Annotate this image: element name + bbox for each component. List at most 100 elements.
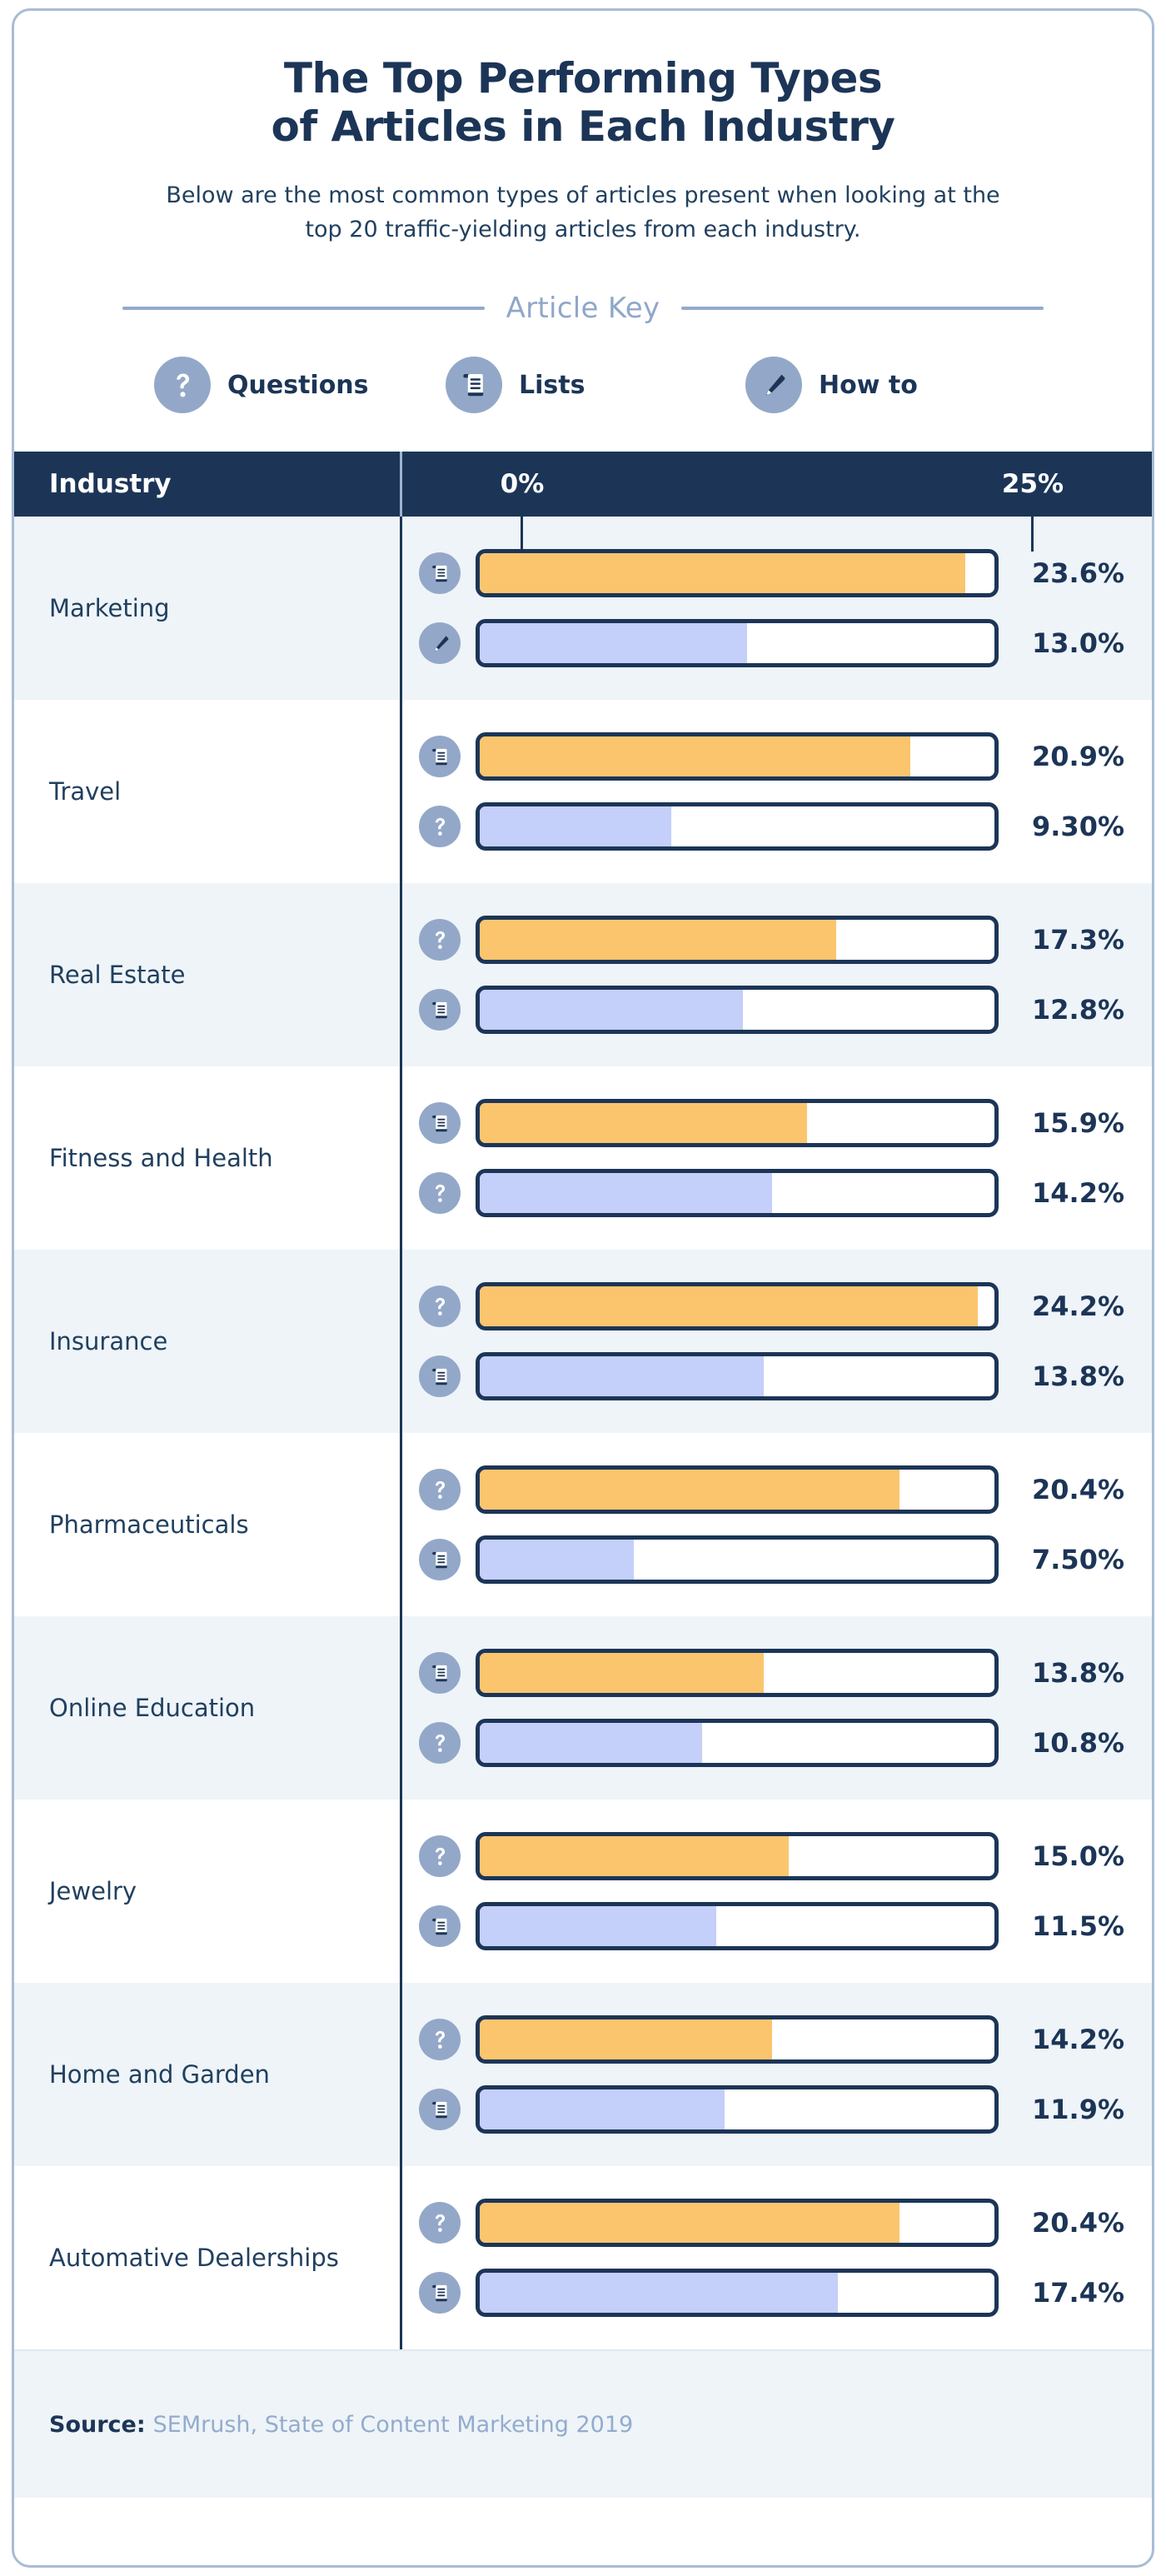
industry-label: Online Education [49, 1693, 256, 1722]
pencil-icon [419, 622, 461, 664]
bar-fill [480, 1103, 808, 1143]
industry-cell: Real Estate [14, 883, 400, 1066]
column-separator [400, 883, 402, 1066]
bar-track [476, 1169, 999, 1217]
subtitle-line-1: Below are the most common types of artic… [166, 182, 1000, 208]
bars-cell: 24.2% 13.8% [400, 1250, 1152, 1433]
industry-cell: Marketing [14, 517, 400, 700]
bar-line: 13.8% [400, 1352, 1152, 1400]
bar-line: 20.4% [400, 2199, 1152, 2247]
axis-tick-25: 25% [1001, 469, 1064, 499]
table-row: Pharmaceuticals 20.4% 7.50% [14, 1433, 1152, 1616]
bar-line: 20.4% [400, 1465, 1152, 1514]
industry-cell: Insurance [14, 1250, 400, 1433]
bar-value-label: 7.50% [1032, 1544, 1125, 1575]
industry-label: Marketing [49, 593, 170, 622]
divider-rule-left [122, 307, 485, 310]
list-document-icon [446, 357, 502, 413]
industry-label: Jewelry [49, 1876, 137, 1905]
table-row: Insurance 24.2% 13.8% [14, 1250, 1152, 1433]
bar-fill [480, 1540, 635, 1580]
source-footer: Source: SEMrush, State of Content Market… [14, 2349, 1152, 2498]
bar-value-label: 11.5% [1032, 1910, 1125, 1942]
axis-tick-guide-0 [521, 517, 523, 552]
bar-line: 14.2% [400, 2015, 1152, 2064]
bars-cell: 14.2% 11.9% [400, 1983, 1152, 2166]
bar-value-label: 13.8% [1032, 1657, 1125, 1689]
page-subtitle: Below are the most common types of artic… [89, 179, 1077, 247]
bar-value-label: 23.6% [1032, 557, 1125, 589]
question-mark-icon [419, 2019, 461, 2060]
divider-rule-right [681, 307, 1044, 310]
column-separator [400, 1983, 402, 2166]
bars-cell: 20.4% 7.50% [400, 1433, 1152, 1616]
bar-value-label: 10.8% [1032, 1727, 1125, 1759]
list-document-icon [419, 736, 461, 777]
list-document-icon [419, 1355, 461, 1397]
list-document-icon [419, 1652, 461, 1694]
article-key-title: Article Key [506, 292, 660, 325]
bar-line: 11.5% [400, 1902, 1152, 1950]
bar-track [476, 732, 999, 781]
bar-line: 20.9% [400, 732, 1152, 781]
industry-cell: Automative Dealerships [14, 2166, 400, 2349]
industry-label: Fitness and Health [49, 1143, 273, 1172]
column-separator [400, 1250, 402, 1433]
article-key-legend: Questions Lists How to [14, 357, 1152, 413]
bar-value-label: 9.30% [1032, 811, 1125, 842]
bar-fill [480, 1653, 765, 1693]
bar-track [476, 2199, 999, 2247]
bar-value-label: 15.9% [1032, 1107, 1125, 1139]
bar-line: 24.2% [400, 1282, 1152, 1330]
legend-label-lists: Lists [519, 370, 585, 400]
legend-label-howto: How to [819, 370, 918, 400]
list-document-icon [419, 1102, 461, 1144]
industry-label: Automative Dealerships [49, 2243, 339, 2272]
industry-cell: Jewelry [14, 1800, 400, 1983]
bar-line: 17.4% [400, 2269, 1152, 2317]
infographic-page: The Top Performing Types of Articles in … [0, 0, 1166, 2576]
bar-line: 15.9% [400, 1099, 1152, 1147]
list-document-icon [419, 1905, 461, 1947]
question-mark-icon [419, 1835, 461, 1877]
list-document-icon [419, 989, 461, 1031]
table-body: Marketing 23.6% 13.0% Travel 20.9% 9.30% Real … [14, 517, 1152, 2349]
table-row: Home and Garden 14.2% 11.9% [14, 1983, 1152, 2166]
list-document-icon [419, 2272, 461, 2314]
bar-fill [480, 2203, 900, 2243]
header-block: The Top Performing Types of Articles in … [14, 11, 1152, 247]
column-separator [400, 2166, 402, 2349]
bars-cell: 23.6% 13.0% [400, 517, 1152, 700]
page-title: The Top Performing Types of Articles in … [89, 54, 1077, 151]
bar-fill [480, 623, 748, 663]
bar-fill [480, 2273, 839, 2313]
bar-line: 14.2% [400, 1169, 1152, 1217]
bar-track [476, 2269, 999, 2317]
bar-fill [480, 920, 836, 960]
bar-track [476, 916, 999, 964]
industry-label: Travel [49, 776, 122, 806]
bars-cell: 17.3% 12.8% [400, 883, 1152, 1066]
bar-track [476, 2015, 999, 2064]
legend-label-questions: Questions [227, 370, 369, 400]
industry-cell: Online Education [14, 1616, 400, 1800]
legend-item-howto: How to [737, 357, 1045, 413]
bar-track [476, 2085, 999, 2134]
question-mark-icon [419, 919, 461, 961]
bar-track [476, 1099, 999, 1147]
bars-cell: 20.4% 17.4% [400, 2166, 1152, 2349]
bar-value-label: 12.8% [1032, 994, 1125, 1026]
title-line-1: The Top Performing Types [283, 54, 883, 102]
infographic-card: The Top Performing Types of Articles in … [12, 8, 1154, 2568]
bars-cell: 20.9% 9.30% [400, 700, 1152, 883]
bar-fill [480, 1356, 765, 1396]
question-mark-icon [419, 1469, 461, 1510]
industry-bar-table: Industry 0% 25% Marketing 23.6% 13.0% Trave… [14, 452, 1152, 2349]
bar-line: 9.30% [400, 802, 1152, 851]
bar-value-label: 24.2% [1032, 1290, 1125, 1322]
bars-cell: 13.8% 10.8% [400, 1616, 1152, 1800]
legend-item-lists: Lists [429, 357, 737, 413]
bar-fill [480, 1836, 789, 1876]
table-row: Online Education 13.8% 10.8% [14, 1616, 1152, 1800]
bar-line: 23.6% [400, 549, 1152, 597]
